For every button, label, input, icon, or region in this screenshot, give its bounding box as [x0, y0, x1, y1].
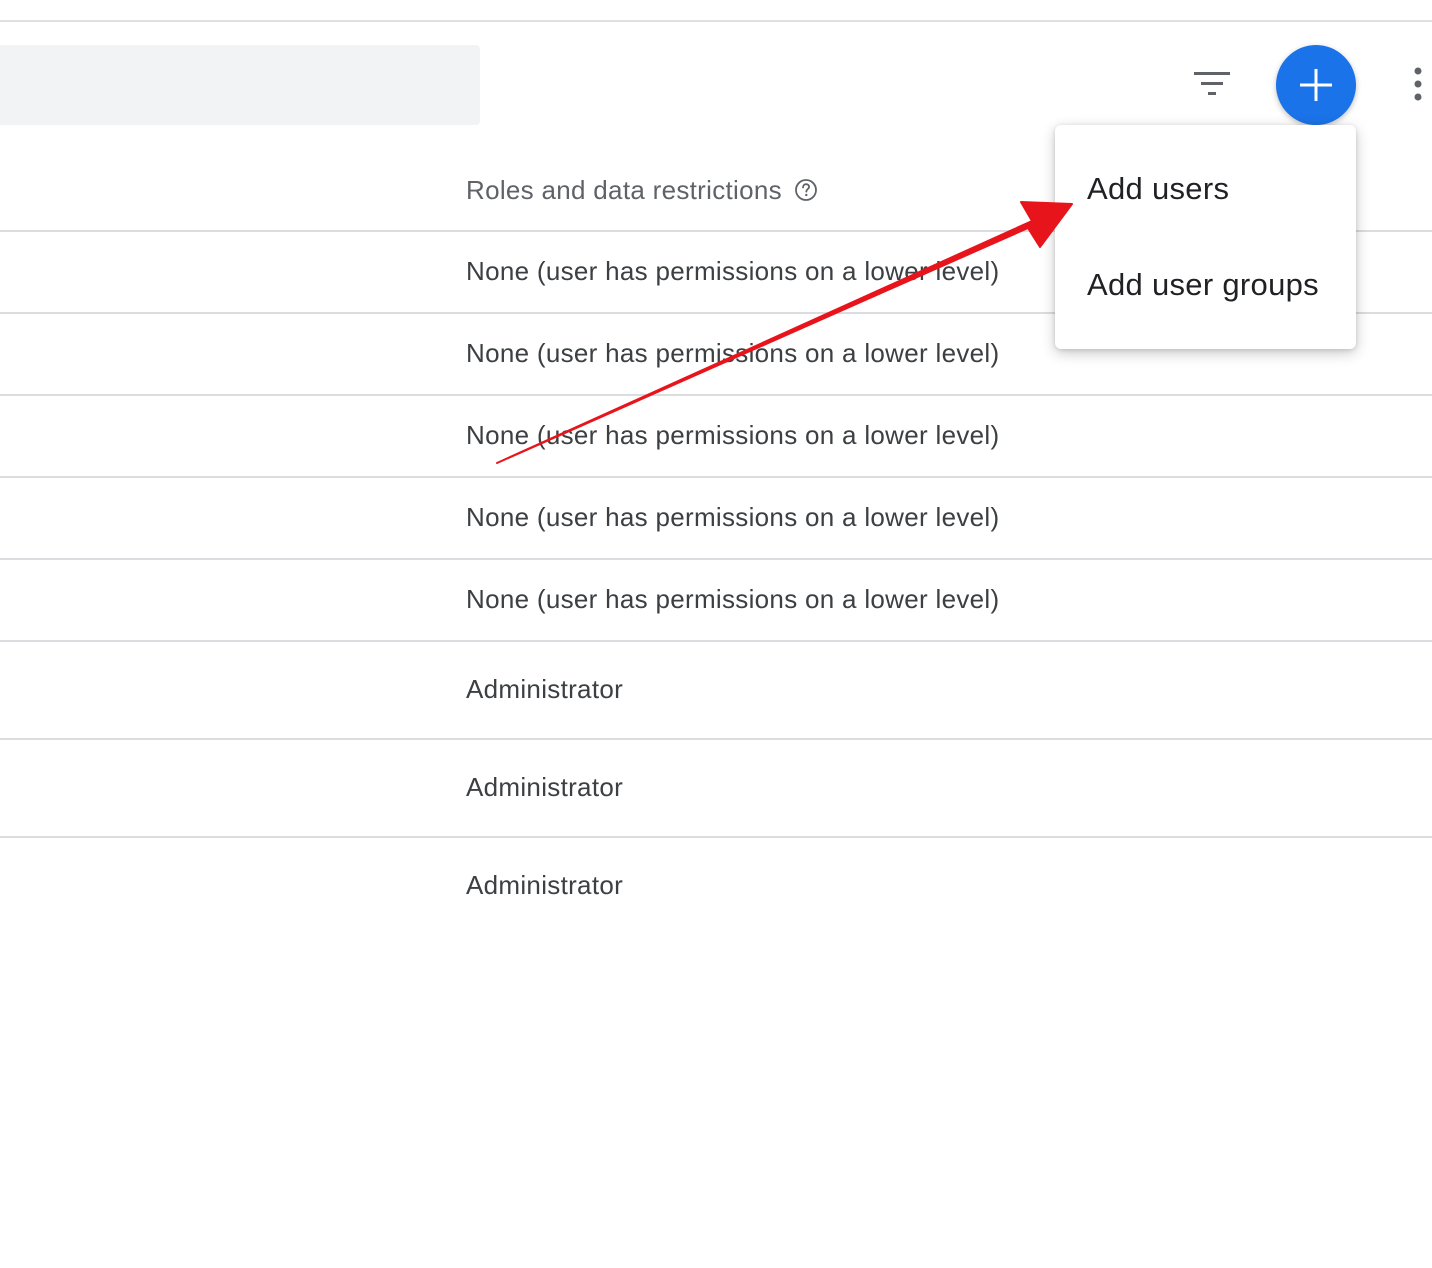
- role-cell: None (user has permissions on a lower le…: [466, 256, 1000, 286]
- filter-button[interactable]: [1188, 64, 1236, 104]
- more-vert-icon: [1414, 67, 1422, 101]
- add-button[interactable]: [1276, 45, 1356, 125]
- roles-column-header-label: Roles and data restrictions: [466, 174, 782, 205]
- role-cell: Administrator: [466, 870, 624, 900]
- table-row[interactable]: None (user has permissions on a lower le…: [0, 478, 1432, 560]
- table-row[interactable]: Administrator: [0, 838, 1432, 936]
- search-input[interactable]: [0, 45, 480, 125]
- plus-icon: [1300, 69, 1332, 101]
- user-management-page: Roles and data restrictions None (user h…: [0, 0, 1432, 1268]
- roles-column-header: Roles and data restrictions: [466, 170, 818, 210]
- help-circle-icon[interactable]: [794, 178, 818, 202]
- top-divider: [0, 20, 1432, 22]
- role-cell: None (user has permissions on a lower le…: [466, 502, 1000, 532]
- add-menu: Add users Add user groups: [1055, 125, 1356, 349]
- table-row[interactable]: Administrator: [0, 642, 1432, 740]
- menu-item-add-users[interactable]: Add users: [1055, 141, 1356, 237]
- more-options-button[interactable]: [1404, 64, 1432, 104]
- table-row[interactable]: Administrator: [0, 740, 1432, 838]
- role-cell: Administrator: [466, 772, 624, 802]
- filter-list-icon: [1194, 72, 1230, 95]
- role-cell: Administrator: [466, 674, 624, 704]
- menu-item-add-user-groups[interactable]: Add user groups: [1055, 237, 1356, 333]
- role-cell: None (user has permissions on a lower le…: [466, 338, 1000, 368]
- role-cell: None (user has permissions on a lower le…: [466, 584, 1000, 614]
- table-row[interactable]: None (user has permissions on a lower le…: [0, 560, 1432, 642]
- table-row[interactable]: None (user has permissions on a lower le…: [0, 396, 1432, 478]
- role-cell: None (user has permissions on a lower le…: [466, 420, 1000, 450]
